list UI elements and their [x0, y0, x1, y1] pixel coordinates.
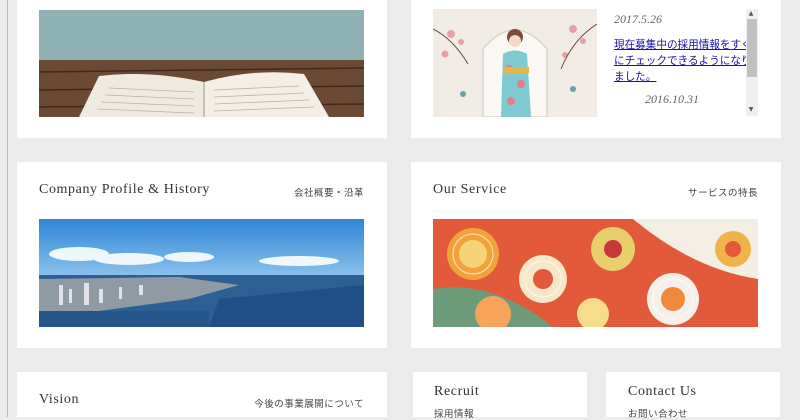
- our-service-card[interactable]: Our Service サービスの特長: [411, 162, 781, 348]
- scrollbar-thumb[interactable]: [747, 19, 757, 77]
- our-service-subtitle: サービスの特長: [687, 188, 758, 199]
- harbor-city-image[interactable]: [39, 219, 364, 327]
- vision-subtitle: 今後の事業展開について: [254, 399, 364, 410]
- open-book-image[interactable]: [39, 10, 364, 117]
- recruit-title[interactable]: Recruit: [434, 384, 479, 400]
- scroll-up-icon[interactable]: ▲: [746, 10, 756, 17]
- intro-card: [17, 0, 387, 138]
- company-profile-card[interactable]: Company Profile & History 会社概要・沿革: [17, 162, 387, 348]
- scroll-down-icon[interactable]: ▼: [746, 106, 756, 113]
- contact-title[interactable]: Contact Us: [628, 384, 697, 400]
- contact-subtitle: お問い合わせ: [628, 409, 689, 420]
- vision-card[interactable]: Vision 今後の事業展開について: [17, 372, 387, 417]
- news-link-recruit[interactable]: 現在募集中の採用情報をすぐにチェックできるようになりました。: [614, 37, 754, 85]
- recruit-subtitle: 採用情報: [434, 409, 475, 420]
- page-left-border: [7, 0, 8, 417]
- news-card: 2017.5.26 現在募集中の採用情報をすぐにチェックできるようになりました。…: [411, 0, 781, 138]
- kimono-fabric-image[interactable]: [433, 219, 758, 327]
- contact-card[interactable]: Contact Us お問い合わせ: [606, 372, 780, 420]
- company-profile-subtitle: 会社概要・沿革: [293, 188, 364, 199]
- recruit-card[interactable]: Recruit 採用情報: [413, 372, 587, 420]
- news-date-2: 2016.10.31: [645, 92, 699, 106]
- news-date-1: 2017.5.26: [614, 12, 662, 26]
- our-service-title[interactable]: Our Service: [433, 182, 507, 198]
- company-profile-title[interactable]: Company Profile & History: [39, 182, 210, 198]
- kimono-image[interactable]: [433, 9, 597, 117]
- news-scrollbar[interactable]: ▲ ▼: [746, 9, 758, 116]
- vision-title[interactable]: Vision: [39, 392, 79, 408]
